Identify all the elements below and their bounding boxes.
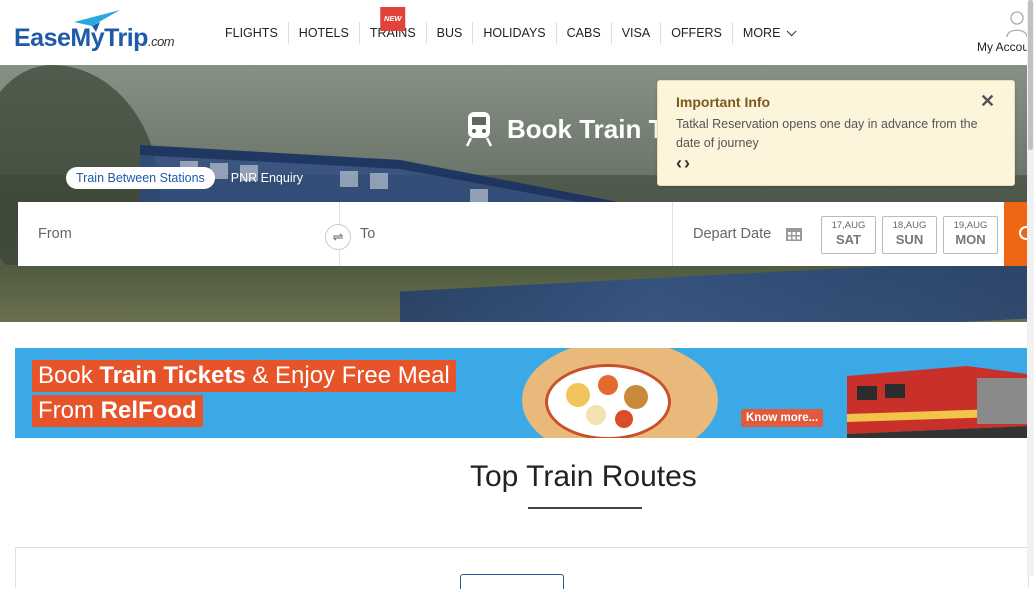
to-field[interactable]: To [340, 202, 673, 266]
hero-title: Book Train T [465, 111, 664, 147]
quick-date-chips: 17,AUG SAT 18,AUG SUN 19,AUG MON [821, 216, 1004, 254]
know-more-button[interactable]: Know more... [741, 409, 824, 427]
nav-flights-label: FLIGHTS [225, 26, 278, 40]
hero-title-text: Book Train T [507, 113, 665, 144]
nav-visa-label: VISA [621, 26, 651, 40]
from-label: From [38, 226, 72, 242]
scrollbar-thumb[interactable] [1028, 0, 1033, 150]
from-field[interactable]: From ⇌ [18, 202, 351, 266]
nav-hotels[interactable]: HOTELS [289, 22, 360, 44]
heading-underline [528, 507, 642, 509]
nav-holidays[interactable]: HOLIDAYS [473, 22, 557, 44]
food-plate-image [545, 364, 671, 438]
calendar-icon [786, 228, 802, 241]
depart-date-label: Depart Date [693, 226, 772, 242]
nav-trains[interactable]: NEW TRAINS [360, 7, 427, 44]
routes-card [15, 547, 1029, 589]
date-chip-day: SUN [895, 232, 924, 247]
info-text: Tatkal Reservation opens one day in adva… [676, 117, 978, 150]
search-tabs: Train Between Stations PNR Enquiry [66, 167, 319, 189]
to-label: To [360, 226, 376, 242]
user-icon [1006, 11, 1028, 38]
my-account-label: My Account [977, 40, 1034, 54]
banner-line2-pre: From [38, 397, 101, 424]
date-chip-date: 19,AUG [953, 220, 988, 231]
top-header: EaseMyTrip.com FLIGHTS HOTELS NEW TRAINS… [0, 0, 1034, 66]
date-chip-mon[interactable]: 19,AUG MON [943, 216, 998, 254]
banner-line1-bold: Train Tickets [99, 362, 246, 389]
date-chip-sun[interactable]: 18,AUG SUN [882, 216, 937, 254]
search-icon [1019, 226, 1027, 240]
swap-icon: ⇌ [332, 229, 344, 244]
main-nav: FLIGHTS HOTELS NEW TRAINS BUS HOLIDAYS C… [215, 7, 804, 44]
important-info-popup: Important Info ✕ Tatkal Reservation open… [657, 80, 1015, 186]
date-chip-date: 17,AUG [831, 220, 866, 231]
nav-bus-label: BUS [436, 26, 463, 40]
banner-line2-bold: RelFood [100, 397, 197, 424]
my-account[interactable]: My Account [976, 8, 1034, 58]
nav-more[interactable]: MORE [733, 22, 804, 44]
date-chip-date: 18,AUG [892, 220, 927, 231]
banner-line1-pre: Book [38, 362, 100, 389]
train-icon [465, 112, 493, 147]
nav-hotels-label: HOTELS [298, 26, 349, 40]
locomotive-image [847, 366, 1027, 438]
relfood-promo-banner[interactable]: Book Train Tickets & Enjoy Free Meal Fro… [15, 348, 1027, 438]
train-search-bar: From ⇌ To Depart Date 17,AUG SAT 18,AUG … [18, 202, 1027, 266]
date-chip-day: SAT [835, 232, 862, 247]
close-icon[interactable]: ✕ [980, 91, 995, 112]
chevron-down-icon [787, 26, 797, 37]
nav-holidays-label: HOLIDAYS [483, 26, 546, 40]
info-carousel-arrows[interactable]: ‹› [676, 153, 692, 174]
nav-visa[interactable]: VISA [612, 22, 662, 44]
top-train-routes-heading: Top Train Routes [470, 460, 697, 493]
swap-stations-button[interactable]: ⇌ [325, 224, 351, 250]
banner-line1-post: & Enjoy Free Meal [245, 362, 450, 389]
tab-train-between-stations[interactable]: Train Between Stations [66, 167, 215, 189]
new-badge: NEW [379, 7, 406, 31]
logo-suffix: .com [147, 34, 175, 49]
easemytrip-logo[interactable]: EaseMyTrip.com [14, 8, 175, 58]
food-items [566, 375, 648, 428]
info-title: Important Info [676, 94, 771, 110]
nav-offers-label: OFFERS [671, 26, 722, 40]
date-chip-sat[interactable]: 17,AUG SAT [821, 216, 876, 254]
routes-tab[interactable] [460, 574, 564, 589]
banner-line-2: From RelFood [32, 395, 203, 427]
nav-bus[interactable]: BUS [427, 22, 474, 44]
nav-offers[interactable]: OFFERS [661, 22, 733, 44]
nav-flights[interactable]: FLIGHTS [215, 22, 289, 44]
depart-date-field[interactable]: Depart Date 17,AUG SAT 18,AUG SUN 19,AUG… [673, 202, 1006, 266]
search-button[interactable] [1004, 202, 1027, 266]
nav-cabs-label: CABS [566, 26, 601, 40]
nav-cabs[interactable]: CABS [557, 22, 612, 44]
banner-line-1: Book Train Tickets & Enjoy Free Meal [32, 360, 456, 392]
tab-pnr-enquiry[interactable]: PNR Enquiry [221, 167, 313, 189]
nav-more-label: MORE [742, 26, 781, 40]
logo-main: EaseMyTrip [14, 24, 148, 52]
logo-text: EaseMyTrip.com [14, 24, 175, 53]
date-chip-day: MON [955, 232, 986, 247]
